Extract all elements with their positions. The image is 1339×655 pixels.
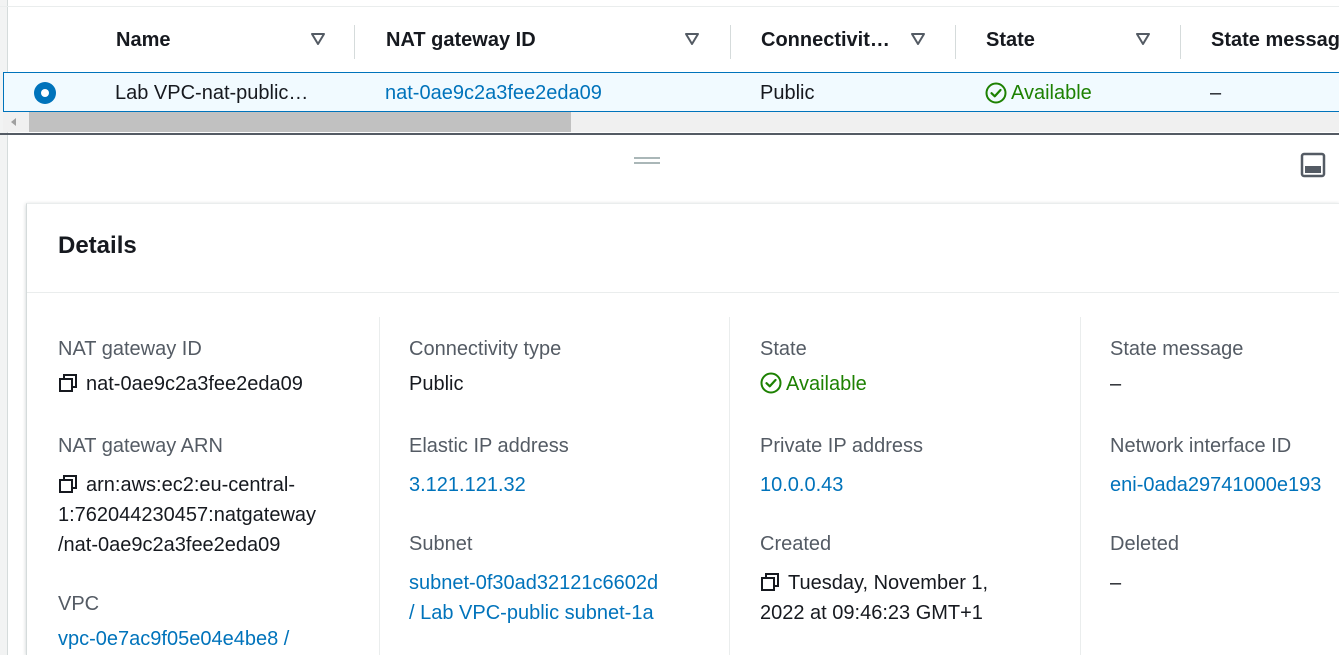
scrollbar-thumb[interactable]	[29, 112, 571, 132]
column-header-label: State messag	[1211, 28, 1339, 51]
details-title: Details	[58, 232, 137, 259]
subnet-link-line-2[interactable]: / Lab VPC-public subnet-1a	[409, 598, 749, 628]
field-connectivity-type: Connectivity type Public	[409, 336, 749, 399]
field-label: Subnet	[409, 533, 473, 555]
sort-caret-icon[interactable]	[310, 31, 326, 47]
details-column-4: State message – Network interface ID eni…	[1110, 317, 1339, 655]
column-divider[interactable]	[354, 25, 355, 59]
field-nat-gateway-arn: NAT gateway ARN arn:aws:ec2:eu-central- …	[58, 433, 398, 560]
sort-caret-icon[interactable]	[910, 31, 926, 47]
field-label: Private IP address	[760, 435, 924, 457]
column-header-state[interactable]: State	[986, 7, 1166, 73]
field-state-message: State message –	[1110, 336, 1339, 399]
field-subnet: Subnet subnet-0f30ad32121c6602d / Lab VP…	[409, 531, 749, 628]
field-created: Created Tuesday, November 1, 2022 at 09:…	[760, 531, 1100, 628]
field-value: arn:aws:ec2:eu-central-	[58, 470, 398, 500]
column-divider[interactable]	[1180, 25, 1181, 59]
nat-gateways-table: Name NAT gateway ID Connectivit… State S…	[0, 0, 1339, 135]
copy-icon[interactable]	[760, 572, 780, 592]
cell-name: Lab VPC-nat-public…	[115, 81, 309, 104]
scroll-left-icon[interactable]	[11, 118, 16, 126]
created-line-1: Tuesday, November 1,	[788, 572, 989, 594]
field-value: –	[1110, 373, 1122, 395]
field-label: Network interface ID	[1110, 435, 1292, 457]
field-value: Public	[409, 373, 464, 395]
column-divider[interactable]	[730, 25, 731, 59]
details-header: Details	[27, 204, 1339, 293]
field-value: –	[1110, 572, 1122, 594]
column-divider	[1080, 317, 1081, 655]
arn-line-2: 1:762044230457:natgateway	[58, 504, 317, 526]
cell-connectivity: Public	[760, 81, 815, 104]
cell-nat-gateway-id-link[interactable]: nat-0ae9c2a3fee2eda09	[385, 73, 602, 113]
table-row[interactable]: Lab VPC-nat-public… nat-0ae9c2a3fee2eda0…	[3, 72, 1339, 112]
field-label: Created	[760, 533, 832, 555]
column-divider[interactable]	[955, 25, 956, 59]
sort-caret-icon[interactable]	[1135, 31, 1151, 47]
state-text: Available	[1011, 81, 1092, 104]
field-value: Tuesday, November 1,	[760, 568, 1100, 598]
table-header: Name NAT gateway ID Connectivit… State S…	[0, 6, 1339, 72]
details-panel: Details NAT gateway ID nat-0ae9c2a3fee2e…	[26, 203, 1339, 655]
column-header-connectivity[interactable]: Connectivit…	[761, 7, 941, 73]
vpc-link[interactable]: vpc-0e7ac9f05e04e4be8 /	[58, 624, 398, 654]
field-label: NAT gateway ID	[58, 338, 202, 360]
arn-line-1: arn:aws:ec2:eu-central-	[86, 474, 295, 496]
field-nat-gateway-id: NAT gateway ID nat-0ae9c2a3fee2eda09	[58, 336, 398, 399]
column-header-name[interactable]: Name	[116, 7, 336, 73]
field-value: nat-0ae9c2a3fee2eda09	[58, 369, 398, 399]
column-header-label: Name	[116, 28, 171, 51]
panel-toggle-icon[interactable]	[1300, 152, 1326, 178]
field-label: NAT gateway ARN	[58, 435, 223, 457]
column-header-label: Connectivit…	[761, 28, 890, 51]
cell-state-message: –	[1210, 81, 1222, 104]
subnet-link[interactable]: subnet-0f30ad32121c6602d	[409, 568, 749, 598]
private-ip-link[interactable]: 10.0.0.43	[760, 470, 1100, 500]
network-interface-link[interactable]: eni-0ada29741000e193	[1110, 470, 1339, 500]
cell-state: Available	[985, 73, 1092, 113]
status-available-icon	[985, 82, 1007, 104]
copy-icon[interactable]	[58, 373, 78, 393]
field-value: Available	[760, 369, 1100, 399]
field-network-interface: Network interface ID eni-0ada29741000e19…	[1110, 433, 1339, 500]
created-line-2: 2022 at 09:46:23 GMT+1	[760, 602, 983, 624]
details-column-3: State Available Private IP address 10.0.…	[760, 317, 1080, 655]
table-bottom-border	[0, 133, 1339, 135]
sort-caret-icon[interactable]	[684, 31, 700, 47]
column-header-label: State	[986, 28, 1035, 51]
horizontal-scrollbar[interactable]	[3, 112, 1339, 132]
column-header-label: NAT gateway ID	[386, 28, 536, 51]
field-label: Elastic IP address	[409, 435, 569, 457]
copy-icon[interactable]	[58, 474, 78, 494]
field-deleted: Deleted –	[1110, 531, 1339, 598]
field-state: State Available	[760, 336, 1100, 399]
field-label: VPC	[58, 593, 100, 615]
field-private-ip: Private IP address 10.0.0.43	[760, 433, 1100, 500]
column-divider	[379, 317, 380, 655]
details-column-1: NAT gateway ID nat-0ae9c2a3fee2eda09 NAT…	[58, 317, 378, 655]
details-column-2: Connectivity type Public Elastic IP addr…	[409, 317, 729, 655]
column-header-nat-gateway-id[interactable]: NAT gateway ID	[386, 7, 716, 73]
column-divider	[729, 317, 730, 655]
drag-handle-icon[interactable]	[634, 157, 660, 165]
status-available-icon	[760, 372, 782, 394]
nat-gateway-id-value: nat-0ae9c2a3fee2eda09	[86, 373, 303, 395]
field-label: Deleted	[1110, 533, 1179, 555]
field-elastic-ip: Elastic IP address 3.121.121.32	[409, 433, 749, 500]
field-label: Connectivity type	[409, 338, 562, 360]
field-vpc: VPC vpc-0e7ac9f05e04e4be8 /	[58, 591, 398, 654]
field-label: State	[760, 338, 807, 360]
state-value: Available	[786, 373, 867, 395]
radio-selected-icon[interactable]	[34, 82, 56, 104]
elastic-ip-link[interactable]: 3.121.121.32	[409, 470, 749, 500]
arn-line-3: /nat-0ae9c2a3fee2eda09	[58, 534, 281, 556]
column-header-state-message[interactable]: State messag	[1211, 7, 1339, 73]
field-label: State message	[1110, 338, 1244, 360]
